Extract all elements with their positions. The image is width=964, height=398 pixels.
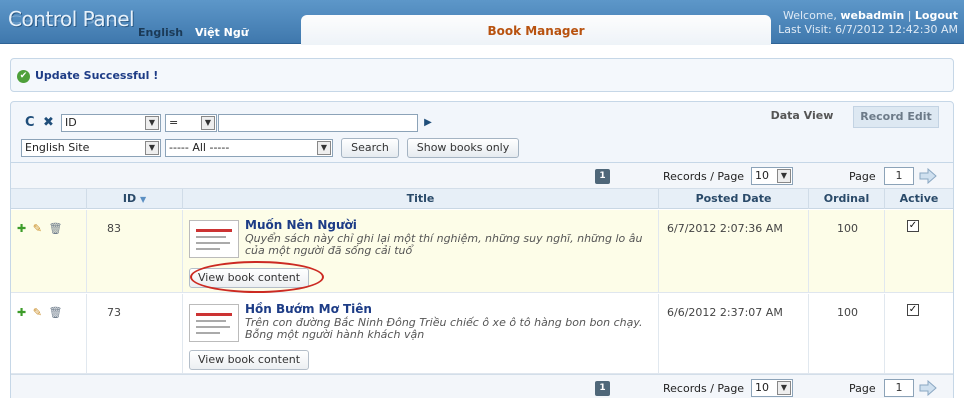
posted-date-column-header[interactable]: Posted Date xyxy=(659,189,809,209)
success-message-text: Update Successful ! xyxy=(35,69,159,82)
site-select[interactable]: English Site ▼ xyxy=(21,139,161,157)
page-number-input[interactable]: 1 xyxy=(884,167,914,185)
table-row: ✚ ✎ 🗑 73 Hồn Bướm Mơ Tiên Trên con đường… xyxy=(11,294,953,374)
id-column-header[interactable]: ID ▼ xyxy=(87,189,183,209)
current-page-badge[interactable]: 1 xyxy=(595,169,610,184)
tab-record-edit[interactable]: Record Edit xyxy=(853,106,939,128)
ordinal-column-header[interactable]: Ordinal xyxy=(809,189,885,209)
chevron-down-icon: ▼ xyxy=(145,141,159,155)
book-cover-thumbnail[interactable] xyxy=(189,220,239,258)
chevron-down-icon: ▼ xyxy=(317,141,331,155)
show-books-only-button[interactable]: Show books only xyxy=(407,138,519,158)
row-actions-cell: ✚ ✎ 🗑 xyxy=(11,294,87,373)
edit-pencil-icon[interactable]: ✎ xyxy=(33,306,42,319)
page-label: Page xyxy=(849,382,876,395)
filter-value-input[interactable] xyxy=(218,114,418,132)
books-grid: 1 Records / Page 10 ▼ Page 1 ID ▼ Title P… xyxy=(10,162,954,398)
active-column-header[interactable]: Active xyxy=(885,189,953,209)
id-cell: 73 xyxy=(87,294,183,373)
logo-reflection: Control Panel xyxy=(8,12,135,26)
bottom-pager: 1 Records / Page 10 ▼ Page 1 xyxy=(11,374,953,398)
page-label: Page xyxy=(849,170,876,183)
view-book-content-button[interactable]: View book content xyxy=(189,350,310,370)
records-per-page-select[interactable]: 10 ▼ xyxy=(751,167,793,185)
annotation-circle xyxy=(190,261,324,293)
language-vietnamese-link[interactable]: Việt Ngữ xyxy=(195,26,249,39)
book-description: Quyển sách này chỉ ghi lại một thí nghiệ… xyxy=(245,232,643,257)
refresh-icon[interactable]: C xyxy=(25,115,35,130)
row-actions-cell: ✚ ✎ 🗑 xyxy=(11,210,87,292)
next-page-arrow-icon[interactable] xyxy=(919,168,937,184)
chevron-down-icon: ▼ xyxy=(777,169,791,183)
book-manager-tab[interactable]: Book Manager xyxy=(301,15,771,45)
page-number-input[interactable]: 1 xyxy=(884,379,914,397)
welcome-area: Welcome, webadmin | Logout Last Visit: 6… xyxy=(778,9,958,37)
logout-link[interactable]: Logout xyxy=(915,9,958,22)
active-checkbox[interactable]: ✓ xyxy=(907,220,919,232)
records-per-page-label: Records / Page xyxy=(663,382,745,395)
welcome-separator: | xyxy=(907,9,912,22)
success-message-box: ✔ Update Successful ! xyxy=(10,58,954,92)
next-page-arrow-icon[interactable] xyxy=(919,380,937,396)
top-header: Control Panel Control Panel English Việt… xyxy=(0,0,964,45)
search-button[interactable]: Search xyxy=(341,138,399,158)
title-cell: Hồn Bướm Mơ Tiên Trên con đường Bắc Ninh… xyxy=(183,294,659,373)
delete-trash-icon[interactable]: 🗑 xyxy=(48,222,62,235)
apply-filter-play-icon[interactable]: ▶ xyxy=(419,114,437,132)
title-cell: Muốn Nên Người Quyển sách này chỉ ghi lạ… xyxy=(183,210,659,293)
book-title-link[interactable]: Muốn Nên Người xyxy=(245,218,357,232)
delete-trash-icon[interactable]: 🗑 xyxy=(48,306,62,319)
id-cell: 83 xyxy=(87,210,183,292)
active-checkbox[interactable]: ✓ xyxy=(907,304,919,316)
posted-date-cell: 6/7/2012 2:07:36 AM xyxy=(659,210,809,292)
clear-filter-icon[interactable]: ✖ xyxy=(43,115,54,130)
add-icon[interactable]: ✚ xyxy=(17,222,26,235)
book-cover-thumbnail[interactable] xyxy=(189,304,239,342)
actions-column-header xyxy=(11,189,87,209)
current-page-badge[interactable]: 1 xyxy=(595,381,610,396)
book-title-link[interactable]: Hồn Bướm Mơ Tiên xyxy=(245,302,372,316)
ordinal-cell: 100 xyxy=(809,210,885,292)
operator-select[interactable]: = ▼ xyxy=(165,114,217,132)
view-book-content-button[interactable]: View book content xyxy=(189,261,324,293)
language-english-link[interactable]: English xyxy=(138,26,183,39)
posted-date-cell: 6/6/2012 2:37:07 AM xyxy=(659,294,809,373)
title-column-header[interactable]: Title xyxy=(183,189,659,209)
edit-pencil-icon[interactable]: ✎ xyxy=(33,222,42,235)
username: webadmin xyxy=(840,9,905,22)
top-pager: 1 Records / Page 10 ▼ Page 1 xyxy=(11,163,953,189)
book-description: Trên con đường Bắc Ninh Đông Triều chiếc… xyxy=(245,316,643,341)
sort-down-icon: ▼ xyxy=(139,195,147,204)
ordinal-cell: 100 xyxy=(809,294,885,373)
category-select[interactable]: ----- All ----- ▼ xyxy=(165,139,333,157)
active-cell: ✓ xyxy=(885,210,953,292)
records-per-page-select[interactable]: 10 ▼ xyxy=(751,379,793,397)
chevron-down-icon: ▼ xyxy=(145,116,159,130)
welcome-prefix: Welcome, xyxy=(783,9,837,22)
add-icon[interactable]: ✚ xyxy=(17,306,26,319)
field-select[interactable]: ID ▼ xyxy=(61,114,161,132)
table-row: ✚ ✎ 🗑 83 Muốn Nên Người Quyển sách này c… xyxy=(11,210,953,293)
tab-data-view[interactable]: Data View xyxy=(766,106,838,128)
grid-header-row: ID ▼ Title Posted Date Ordinal Active xyxy=(11,189,953,209)
active-cell: ✓ xyxy=(885,294,953,373)
chevron-down-icon: ▼ xyxy=(201,116,215,130)
last-visit-text: Last Visit: 6/7/2012 12:42:30 AM xyxy=(778,23,958,36)
records-per-page-label: Records / Page xyxy=(663,170,745,183)
chevron-down-icon: ▼ xyxy=(777,381,791,395)
check-circle-icon: ✔ xyxy=(17,70,30,83)
